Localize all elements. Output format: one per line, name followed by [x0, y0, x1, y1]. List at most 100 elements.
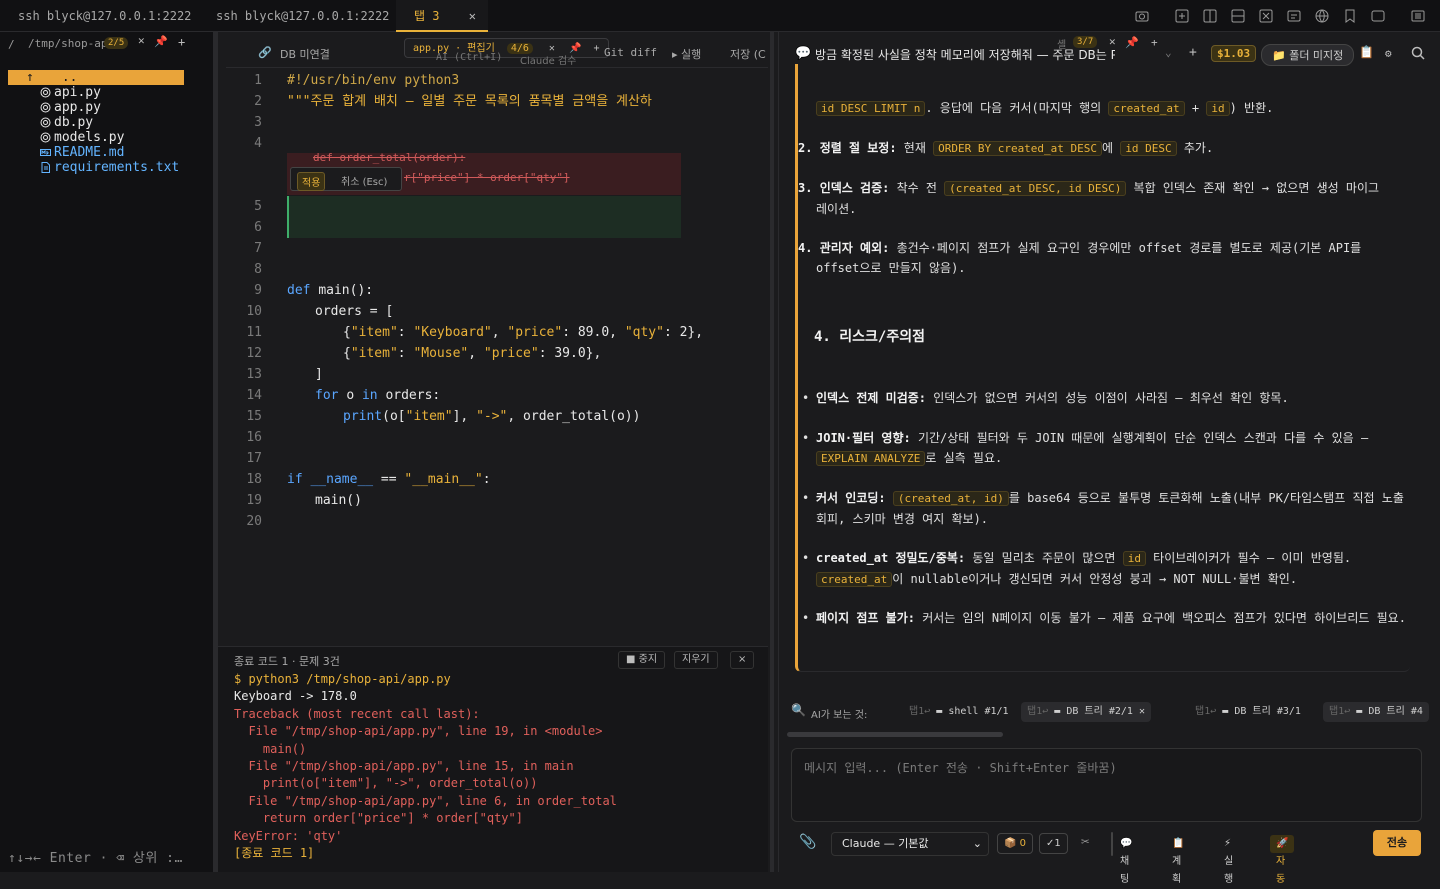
menu-icon[interactable] — [1410, 8, 1426, 24]
save-button[interactable]: 저장 (C — [730, 46, 766, 62]
terminal-status: 종료 코드 1 · 문제 3건 — [234, 655, 340, 668]
terminal-icon[interactable] — [1286, 8, 1302, 24]
terminal-line: Keyboard -> 178.0 — [234, 689, 357, 704]
send-button[interactable]: 전송 — [1373, 830, 1421, 856]
add-icon[interactable]: + — [1151, 36, 1158, 49]
code-line[interactable]: 10 orders = [ — [226, 301, 682, 322]
code-token: "item" — [405, 409, 453, 424]
clear-button[interactable]: 지우기 — [674, 651, 718, 669]
db-status[interactable]: DB 미연결 — [280, 46, 330, 62]
pane-divider[interactable] — [770, 32, 774, 872]
tools-icon[interactable]: ✂ — [1081, 834, 1089, 850]
tab-3[interactable]: 탭 3 ✕ — [396, 0, 488, 32]
mode-plan[interactable]: 📋 계획 — [1166, 835, 1190, 885]
code-line[interactable]: 1 #!/usr/bin/env python3 — [226, 70, 682, 91]
pin-icon[interactable]: 📌 — [154, 35, 168, 48]
mode-auto[interactable]: 🚀 자동 — [1270, 835, 1295, 885]
mode-run[interactable]: ⚡ 실행 — [1218, 835, 1239, 885]
message-text: 총건수·페이지 점프가 실제 요구인 경우에만 offset 경로를 별도로 제… — [816, 241, 1362, 275]
folder-button[interactable]: 📁 폴더 미지정 — [1261, 44, 1355, 66]
globe-icon[interactable] — [1314, 8, 1330, 24]
context-pill[interactable]: 탭1↩ ▬ DB 트리 #3/1 — [1189, 702, 1307, 722]
claude-review-button[interactable]: Claude 검수 — [520, 52, 576, 67]
gear-icon[interactable]: ⚙ — [1385, 47, 1392, 60]
clipboard-icon[interactable]: 📋 — [1359, 45, 1374, 59]
message-text: 로 실측 필요. — [925, 451, 1003, 465]
code-text: orders = [ — [315, 301, 393, 322]
pin-icon[interactable]: 📌 — [1125, 36, 1139, 49]
bookmark-icon[interactable] — [1342, 8, 1358, 24]
text-file-icon — [41, 162, 50, 173]
code-token: __name__ — [310, 472, 374, 487]
rocket-icon: 🚀 — [1276, 838, 1289, 849]
code-line[interactable]: 18 if __name__ == "__main__": — [226, 469, 682, 490]
code-line[interactable]: 15 print(o["item"], "->", order_total(o)) — [226, 406, 682, 427]
message-text: 타이브레이커가 필수 — 이미 반영됨. — [1145, 551, 1352, 565]
code-line[interactable]: 3 — [226, 112, 682, 133]
ai-button[interactable]: AI (Ctrl+I) — [436, 52, 502, 63]
close-icon[interactable]: ✕ — [469, 0, 476, 32]
cancel-button[interactable]: 취소 (Esc) — [341, 173, 387, 188]
code-line[interactable]: 8 — [226, 259, 682, 280]
context-label: AI가 보는 것: — [811, 710, 868, 721]
window-icon[interactable] — [1370, 8, 1386, 24]
close-icon[interactable]: ✕ — [1139, 706, 1145, 717]
model-select[interactable]: Claude — 기본값 ⌄ — [831, 832, 989, 856]
file-row-parent[interactable]: ↑.. — [8, 70, 184, 85]
search-icon[interactable] — [1411, 46, 1425, 60]
file-row[interactable]: api.py — [8, 85, 184, 100]
file-badge[interactable]: app.py · 편집기 4/6 ✕ 📌 + — [404, 38, 609, 58]
file-row[interactable]: models.py — [8, 130, 184, 145]
code-line[interactable]: 11 {"item": "Keyboard", "price": 89.0, "q… — [226, 322, 703, 343]
add-icon[interactable]: + — [178, 35, 185, 49]
close-icon[interactable]: ✕ — [138, 34, 145, 47]
horizontal-scrollbar[interactable] — [787, 732, 1003, 737]
context-pill[interactable]: 탭1↩ ▬ DB 트리 #2/1 ✕ — [1021, 702, 1151, 722]
terminal-line: main() — [234, 741, 307, 756]
stop-button[interactable]: ■ 중지 — [618, 651, 666, 669]
code-line[interactable]: 9 def main(): — [226, 280, 682, 301]
code-line[interactable]: 2 """주문 합계 배치 — 일별 주문 목록의 품목별 금액을 계산하 — [226, 91, 682, 112]
apply-button[interactable]: 적용 — [297, 172, 326, 191]
tab-ssh-1[interactable]: ssh blyck@127.0.0.1:2222 — [0, 0, 198, 32]
git-diff-button[interactable]: Git diff — [604, 46, 657, 59]
assistant-message: id DESC LIMIT n. 응답에 다음 커서(마지막 행의 create… — [795, 64, 1410, 672]
new-chat-icon[interactable]: + — [1189, 45, 1197, 60]
tab-ssh-2[interactable]: ssh blyck@127.0.0.1:2222 — [198, 0, 396, 32]
code-line[interactable]: 17 — [226, 448, 682, 469]
code-text: {"item": "Mouse", "price": 39.0}, — [343, 343, 601, 364]
keyboard-hint: ↑↓→← Enter · ⌫ 상위 :… — [8, 851, 183, 866]
close-terminal-button[interactable]: × — [730, 651, 755, 669]
context-pill[interactable]: 탭1↩ ▬ DB 트리 #4 — [1323, 702, 1429, 722]
code-line[interactable]: 7 — [226, 238, 682, 259]
check-badge[interactable]: ✓1 — [1039, 833, 1068, 854]
chevron-down-icon[interactable]: ⌄ — [1165, 46, 1172, 59]
message-input[interactable] — [792, 749, 1421, 821]
attach-icon[interactable]: 📎 — [799, 834, 816, 850]
code-line[interactable]: 13] — [226, 364, 682, 385]
code-line[interactable]: 14 for o in orders: — [226, 385, 682, 406]
context-tag: 탭1↩ — [909, 706, 931, 717]
token-badge[interactable]: 📦 0 — [997, 833, 1034, 854]
file-row[interactable]: README.md — [8, 145, 184, 160]
camera-icon[interactable] — [1134, 8, 1150, 24]
run-button[interactable]: ▸ 실행 — [672, 46, 701, 62]
add-icon[interactable]: + — [593, 43, 599, 54]
split-vertical-icon[interactable] — [1202, 8, 1218, 24]
split-horizontal-icon[interactable] — [1230, 8, 1246, 24]
mode-chat[interactable]: 💬 채팅 — [1114, 835, 1138, 885]
close-icon[interactable]: ✕ — [1109, 35, 1116, 48]
message-text: ) 반환. — [1229, 101, 1274, 115]
code-line[interactable]: 19 main() — [226, 490, 682, 511]
file-row[interactable]: db.py — [8, 115, 184, 130]
terminal-line: [종료 코드 1] — [234, 846, 315, 860]
context-pill[interactable]: 탭1↩ ▬ shell #1/1 — [903, 702, 1015, 722]
python-file-icon — [40, 87, 51, 98]
code-line[interactable]: 12 {"item": "Mouse", "price": 39.0}, — [226, 343, 682, 364]
split-add-icon[interactable] — [1174, 8, 1190, 24]
file-row[interactable]: requirements.txt — [8, 160, 184, 175]
file-row[interactable]: app.py — [8, 100, 184, 115]
code-line[interactable]: 20 — [226, 511, 682, 532]
close-split-icon[interactable] — [1258, 8, 1274, 24]
code-line[interactable]: 16 — [226, 427, 682, 448]
